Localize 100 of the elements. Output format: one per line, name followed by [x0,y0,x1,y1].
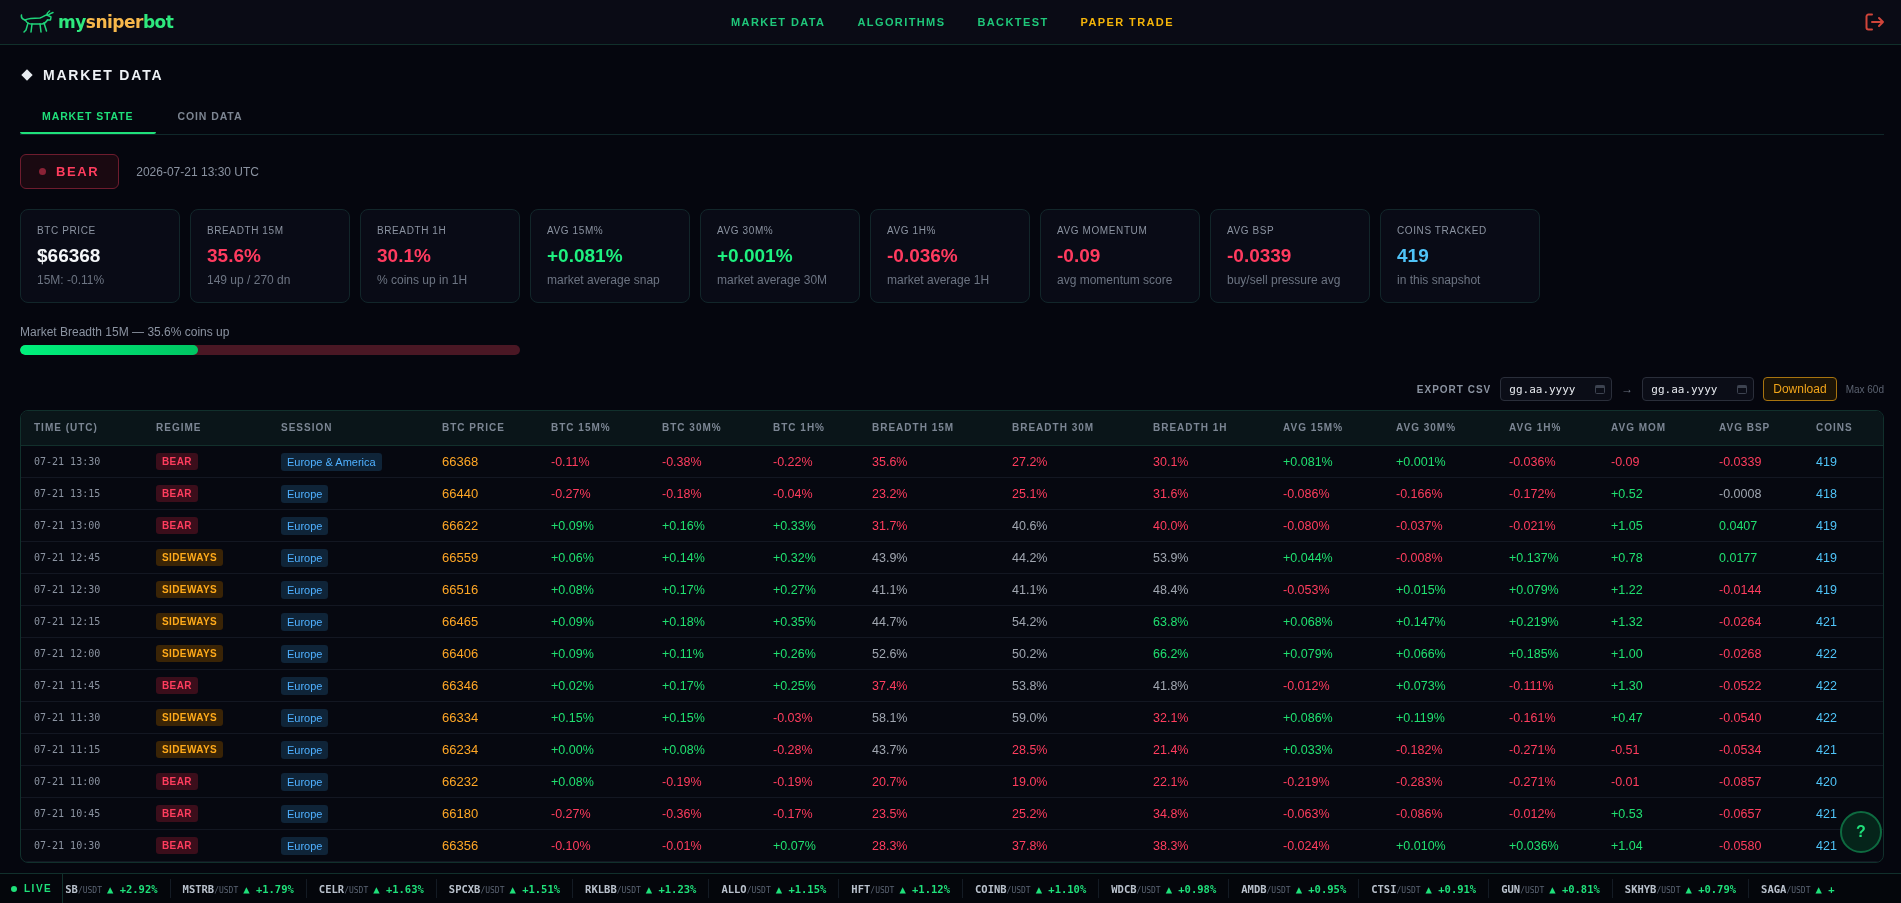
table-cell: +1.05 [1598,509,1706,542]
table-cell: -0.111% [1496,669,1598,702]
table-cell: 07-21 11:00 [21,765,143,798]
date-field[interactable]: gg.aa.yyyy [1500,377,1613,401]
stat-value: +0.081% [547,244,623,268]
table-cell: +0.033% [1270,733,1383,766]
stat-note: in this snapshot [1397,272,1481,288]
stat-note: market average 30M [717,272,828,288]
table-cell: -0.0534 [1706,733,1803,766]
stat-label: COINS TRACKED [1397,224,1487,238]
stat-note: 149 up / 270 dn [207,272,291,288]
table-cell: 66406 [429,637,538,670]
column-header: AVG MOM [1598,411,1706,446]
stat-note: market average 1H [887,272,990,288]
table-cell: 07-21 10:30 [21,829,143,862]
table-cell: +0.14% [649,541,760,574]
table-cell: +0.147% [1383,605,1496,638]
table-cell: 07-21 13:30 [21,445,143,478]
table-cell: -0.10% [538,829,649,862]
table-cell: -0.271% [1496,765,1598,798]
table-cell: +0.08% [538,765,649,798]
stat-value: $66368 [37,244,101,268]
table-cell: +0.086% [1270,701,1383,734]
table-cell: -0.036% [1496,445,1598,478]
table-cell: +0.11% [649,637,760,670]
stat-value: -0.0339 [1227,244,1292,268]
date-field[interactable]: gg.aa.yyyy [1642,377,1755,401]
calendar-icon[interactable] [1737,384,1748,394]
table-cell: -0.053% [1270,573,1383,606]
nav-link[interactable]: PAPER TRADE [1080,15,1174,29]
ticker-item: SKHYB/USDT ▲ +0.79% [1624,882,1737,895]
table-cell: 66516 [429,573,538,606]
table-cell: 07-21 13:15 [21,477,143,510]
stat-value: 419 [1397,244,1429,268]
table-cell: +0.219% [1496,605,1598,638]
table-cell: 66465 [429,605,538,638]
regime-tag: BEAR [156,453,198,471]
table-cell: 41.1% [859,573,999,606]
table-cell: 418 [1803,477,1883,510]
table-cell: 53.8% [999,669,1140,702]
table-cell: +0.185% [1496,637,1598,670]
table-cell: +0.001% [1383,445,1496,478]
calendar-icon[interactable] [1595,384,1606,394]
table-cell: +0.17% [649,669,760,702]
table-cell: 07-21 12:45 [21,541,143,574]
table-cell: 31.7% [859,509,999,542]
table-cell: 66559 [429,541,538,574]
table-cell: +0.079% [1270,637,1383,670]
table-cell: +0.78 [1598,541,1706,574]
ticker-item: COINB/USDT ▲ +1.10% [975,882,1087,895]
stat-note: avg momentum score [1057,272,1173,288]
table-cell: -0.024% [1270,829,1383,862]
download-button[interactable]: Download [1763,377,1837,401]
table-cell: 44.2% [999,541,1140,574]
table-cell: -0.0339 [1706,445,1803,478]
table-cell: +0.06% [538,541,649,574]
table-cell: 419 [1803,541,1883,574]
table-cell: 07-21 12:00 [21,637,143,670]
table-cell: 419 [1803,509,1883,542]
table-cell: -0.18% [649,477,760,510]
session-tag: Europe [281,644,329,663]
nav-link[interactable]: MARKET DATA [731,15,826,29]
regime-tag: SIDEWAYS [156,613,224,631]
tab[interactable]: COIN DATA [155,102,265,134]
table-cell: 37.8% [999,829,1140,862]
table-cell: -0.012% [1270,669,1383,702]
column-header: AVG 1H% [1496,411,1598,446]
session-tag: Europe [281,740,329,759]
table-cell: 23.5% [859,797,999,830]
table-cell: 23.2% [859,477,999,510]
column-header: BTC 1H% [760,411,859,446]
table-cell: +0.52 [1598,477,1706,510]
column-header: REGIME [143,411,268,446]
table-cell: -0.38% [649,445,760,478]
column-header: BTC PRICE [429,411,538,446]
table-cell: +0.35% [760,605,859,638]
table-cell: 66622 [429,509,538,542]
table-cell: -0.080% [1270,509,1383,542]
tab[interactable]: MARKET STATE [20,102,156,134]
table-cell: 66180 [429,797,538,830]
table-cell: 28.3% [859,829,999,862]
table-cell: 31.6% [1140,477,1270,510]
stat-label: AVG 30M% [717,224,774,238]
table-cell: +0.17% [649,573,760,606]
table-cell: -0.51 [1598,733,1706,766]
table-cell: +1.32 [1598,605,1706,638]
logout-icon[interactable] [1865,13,1885,31]
table-cell: -0.086% [1270,477,1383,510]
table-cell: 25.1% [999,477,1140,510]
table-cell: 48.4% [1140,573,1270,606]
table-cell: 58.1% [859,701,999,734]
table-cell: +0.18% [649,605,760,638]
table-cell: +1.22 [1598,573,1706,606]
nav-link[interactable]: ALGORITHMS [857,15,946,29]
table-cell: 66.2% [1140,637,1270,670]
table-cell: 43.7% [859,733,999,766]
regime-tag: SIDEWAYS [156,645,224,663]
table-cell: 66440 [429,477,538,510]
nav-link[interactable]: BACKTEST [977,15,1049,29]
table-cell: -0.063% [1270,797,1383,830]
